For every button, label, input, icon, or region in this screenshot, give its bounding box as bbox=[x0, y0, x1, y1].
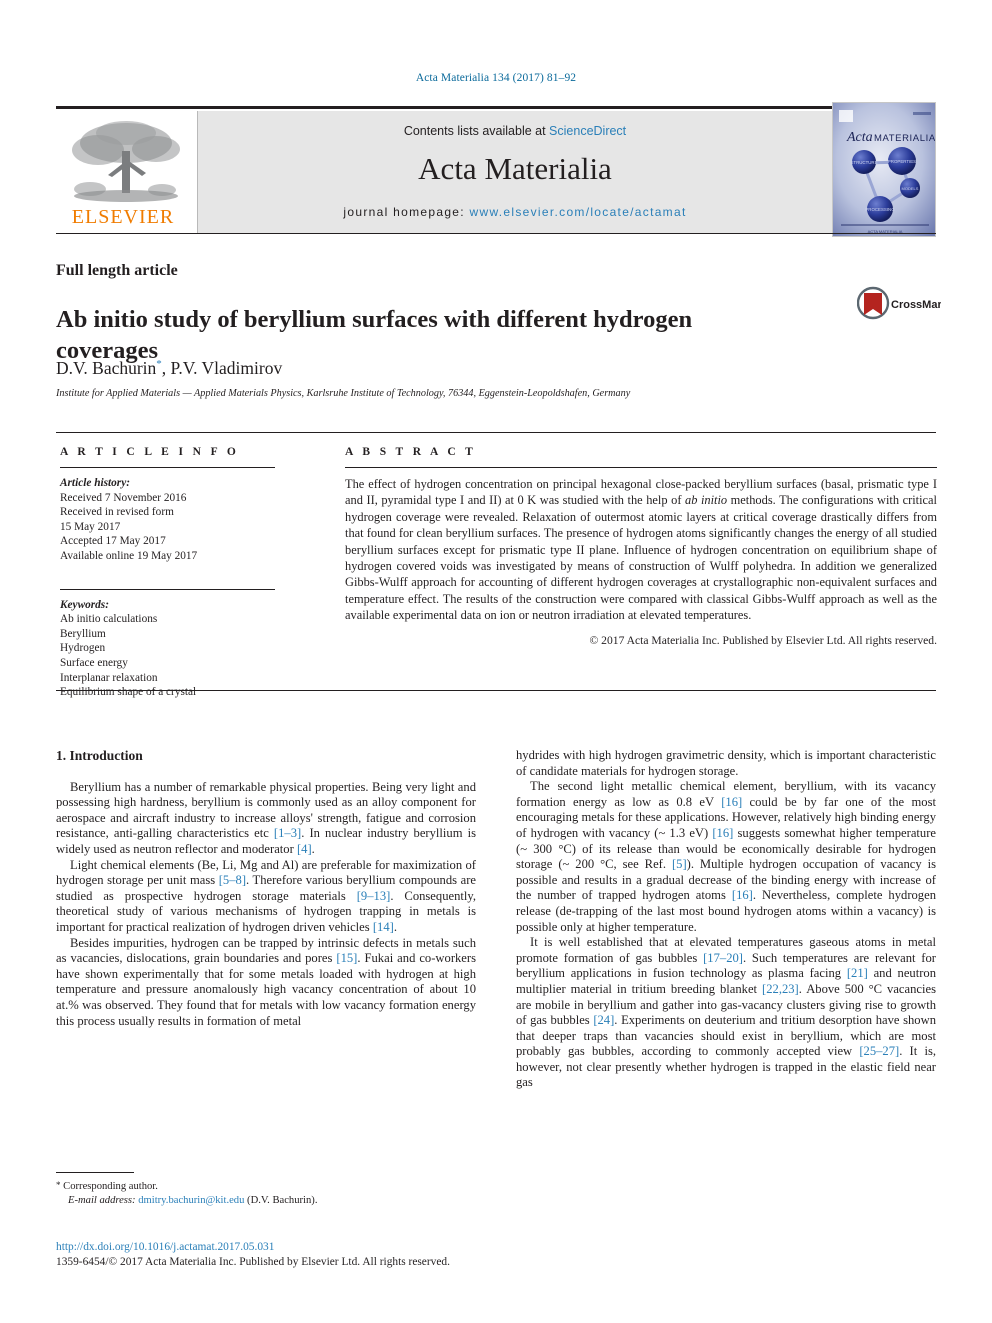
abstract-italic-term: ab initio bbox=[685, 493, 728, 508]
paragraph-text: . bbox=[393, 919, 397, 934]
paper-page: Acta Materialia 134 (2017) 81–92 ELSEVIE… bbox=[0, 0, 992, 1323]
history-item: Available online 19 May 2017 bbox=[60, 549, 198, 562]
keyword-item: Ab initio calculations bbox=[60, 613, 158, 626]
article-history-label: Article history: bbox=[60, 477, 130, 489]
author-first: D.V. Bachurin bbox=[56, 358, 157, 378]
email-label: E-mail address: bbox=[68, 1195, 136, 1206]
svg-text:CrossMark: CrossMark bbox=[891, 299, 941, 311]
citation-link[interactable]: [16] bbox=[732, 888, 753, 902]
article-info-column: A R T I C L E I N F O Article history: R… bbox=[60, 446, 275, 700]
author-affiliation: Institute for Applied Materials — Applie… bbox=[56, 388, 631, 399]
svg-text:PROPERTIES: PROPERTIES bbox=[888, 159, 916, 164]
crossmark-badge[interactable]: CrossMark bbox=[856, 286, 949, 320]
elsevier-tree-icon bbox=[64, 117, 188, 205]
sciencedirect-link[interactable]: ScienceDirect bbox=[549, 124, 626, 138]
citation-link[interactable]: [17–20] bbox=[703, 951, 743, 965]
citation-link[interactable]: [14] bbox=[373, 920, 394, 934]
email-link[interactable]: dmitry.bachurin@kit.edu bbox=[138, 1195, 244, 1206]
keyword-item: Hydrogen bbox=[60, 642, 106, 655]
right-column-paragraphs: hydrides with high hydrogen gravimetric … bbox=[516, 748, 936, 1091]
body-column-right: hydrides with high hydrogen gravimetric … bbox=[516, 748, 936, 1091]
email-owner: (D.V. Bachurin). bbox=[247, 1195, 318, 1206]
contents-line: Contents lists available at ScienceDirec… bbox=[198, 124, 832, 138]
citation-link[interactable]: [21] bbox=[847, 966, 868, 980]
paragraph-text: . bbox=[311, 841, 315, 856]
homepage-url-link[interactable]: www.elsevier.com/locate/actamat bbox=[470, 205, 687, 219]
article-info-divider bbox=[60, 467, 275, 468]
citation-link[interactable]: [9–13] bbox=[357, 889, 391, 903]
article-type: Full length article bbox=[56, 262, 178, 279]
svg-text:Acta: Acta bbox=[846, 130, 873, 145]
citation-link[interactable]: [25–27] bbox=[859, 1044, 899, 1058]
svg-text:STRUCTURE: STRUCTURE bbox=[850, 160, 877, 165]
abstract-copyright: © 2017 Acta Materialia Inc. Published by… bbox=[589, 633, 937, 647]
svg-text:MATERIALIA: MATERIALIA bbox=[874, 133, 936, 144]
body-paragraph: Light chemical elements (Be, Li, Mg and … bbox=[56, 858, 476, 936]
history-item: 15 May 2017 bbox=[60, 520, 121, 533]
running-head: Acta Materialia 134 (2017) 81–92 bbox=[415, 72, 577, 84]
abstract-text: The effect of hydrogen concentration on … bbox=[345, 476, 937, 624]
article-history-block: Article history: Received 7 November 201… bbox=[60, 476, 275, 564]
info-band-top-rule bbox=[56, 432, 936, 433]
homepage-label: journal homepage: bbox=[343, 205, 470, 219]
body-paragraph: hydrides with high hydrogen gravimetric … bbox=[516, 748, 936, 779]
author-second: , P.V. Vladimirov bbox=[161, 358, 283, 378]
corresponding-note-text: Corresponding author. bbox=[63, 1181, 158, 1192]
contents-prefix: Contents lists available at bbox=[403, 124, 550, 138]
abstract-heading: A B S T R A C T bbox=[345, 446, 477, 458]
citation-link[interactable]: [5–8] bbox=[219, 873, 246, 887]
body-column-left: 1. Introduction Beryllium has a number o… bbox=[56, 748, 476, 1029]
section-heading-introduction: 1. Introduction bbox=[56, 748, 143, 763]
abstract-divider bbox=[345, 467, 937, 468]
keyword-item: Beryllium bbox=[60, 627, 106, 640]
svg-text:PROCESSING: PROCESSING bbox=[865, 207, 895, 212]
corresponding-author-note: * Corresponding author. bbox=[56, 1178, 476, 1194]
body-paragraph: It is well established that at elevated … bbox=[516, 935, 936, 1091]
history-item: Received in revised form bbox=[60, 506, 174, 519]
paragraph-text: hydrides with high hydrogen gravimetric … bbox=[516, 748, 936, 778]
info-band-bottom-rule bbox=[56, 690, 936, 691]
elsevier-wordmark: ELSEVIER bbox=[71, 206, 175, 228]
history-item: Accepted 17 May 2017 bbox=[60, 535, 166, 548]
citation-link[interactable]: [16] bbox=[721, 795, 742, 809]
doi-link[interactable]: http://dx.doi.org/10.1016/j.actamat.2017… bbox=[56, 1240, 556, 1255]
body-paragraph: The second light metallic chemical eleme… bbox=[516, 779, 936, 935]
citation-link[interactable]: [24] bbox=[593, 1013, 614, 1027]
keywords-divider bbox=[60, 588, 275, 590]
citation-link[interactable]: [16] bbox=[712, 826, 733, 840]
citation-link[interactable]: [22,23] bbox=[762, 982, 799, 996]
keyword-item: Interplanar relaxation bbox=[60, 671, 158, 684]
journal-homepage-line: journal homepage: www.elsevier.com/locat… bbox=[198, 205, 832, 219]
masthead-center-panel: Contents lists available at ScienceDirec… bbox=[198, 111, 832, 233]
body-paragraph: Besides impurities, hydrogen can be trap… bbox=[56, 936, 476, 1030]
citation-link[interactable]: [5] bbox=[672, 857, 687, 871]
footnote-block: * Corresponding author. E-mail address: … bbox=[56, 1178, 476, 1208]
svg-text:MODELS: MODELS bbox=[902, 186, 919, 191]
history-item: Received 7 November 2016 bbox=[60, 491, 187, 504]
citation-link[interactable]: [4] bbox=[297, 842, 312, 856]
body-paragraph: Beryllium has a number of remarkable phy… bbox=[56, 780, 476, 858]
keywords-block: Keywords: Ab initio calculations Berylli… bbox=[60, 598, 275, 700]
masthead-bottom-rule bbox=[56, 233, 936, 234]
journal-title: Acta Materialia bbox=[418, 151, 612, 186]
journal-cover-thumbnail: Acta MATERIALIA STRUCTURE PROPERTIES MOD… bbox=[832, 102, 936, 237]
footnote-rule bbox=[56, 1172, 134, 1173]
abstract-column: A B S T R A C T The effect of hydrogen c… bbox=[345, 446, 937, 647]
left-column-paragraphs: Beryllium has a number of remarkable phy… bbox=[56, 780, 476, 1030]
article-info-heading: A R T I C L E I N F O bbox=[60, 446, 240, 458]
journal-masthead: ELSEVIER Contents lists available at Sci… bbox=[56, 102, 936, 237]
author-list: D.V. Bachurin*, P.V. Vladimirov bbox=[56, 358, 282, 379]
keyword-item: Equilibrium shape of a crystal bbox=[60, 686, 197, 699]
elsevier-logo: ELSEVIER bbox=[56, 111, 198, 233]
email-note: E-mail address: dmitry.bachurin@kit.edu … bbox=[56, 1194, 476, 1208]
corresponding-note-marker: * bbox=[56, 1180, 61, 1190]
citation-link[interactable]: [1–3] bbox=[274, 826, 301, 840]
citation-link[interactable]: [15] bbox=[336, 951, 357, 965]
abstract-part-2: methods. The configurations with critica… bbox=[345, 493, 937, 623]
masthead-top-rule bbox=[56, 106, 936, 109]
keyword-item: Surface energy bbox=[60, 656, 128, 669]
keywords-label: Keywords: bbox=[60, 598, 109, 611]
issn-copyright-line: 1359-6454/© 2017 Acta Materialia Inc. Pu… bbox=[56, 1256, 450, 1268]
